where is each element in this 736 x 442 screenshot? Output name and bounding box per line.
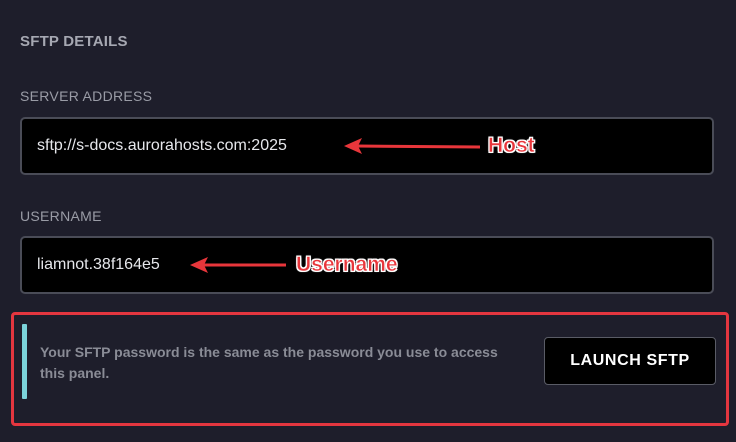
sftp-password-info: Your SFTP password is the same as the pa… — [40, 344, 498, 381]
server-address-label: SERVER ADDRESS — [20, 88, 153, 104]
username-label: USERNAME — [20, 208, 102, 224]
username-annotation: Username — [188, 253, 398, 277]
host-annotation: Host — [342, 134, 535, 158]
section-title: SFTP DETAILS — [20, 33, 128, 50]
arrow-left-icon — [344, 138, 481, 154]
info-accent-bar — [22, 324, 27, 399]
host-annotation-label: Host — [488, 134, 535, 158]
username-annotation-label: Username — [296, 253, 398, 277]
arrow-left-icon — [190, 257, 286, 273]
launch-sftp-button[interactable]: LAUNCH SFTP — [544, 337, 716, 385]
sftp-info-panel: Your SFTP password is the same as the pa… — [11, 312, 729, 426]
